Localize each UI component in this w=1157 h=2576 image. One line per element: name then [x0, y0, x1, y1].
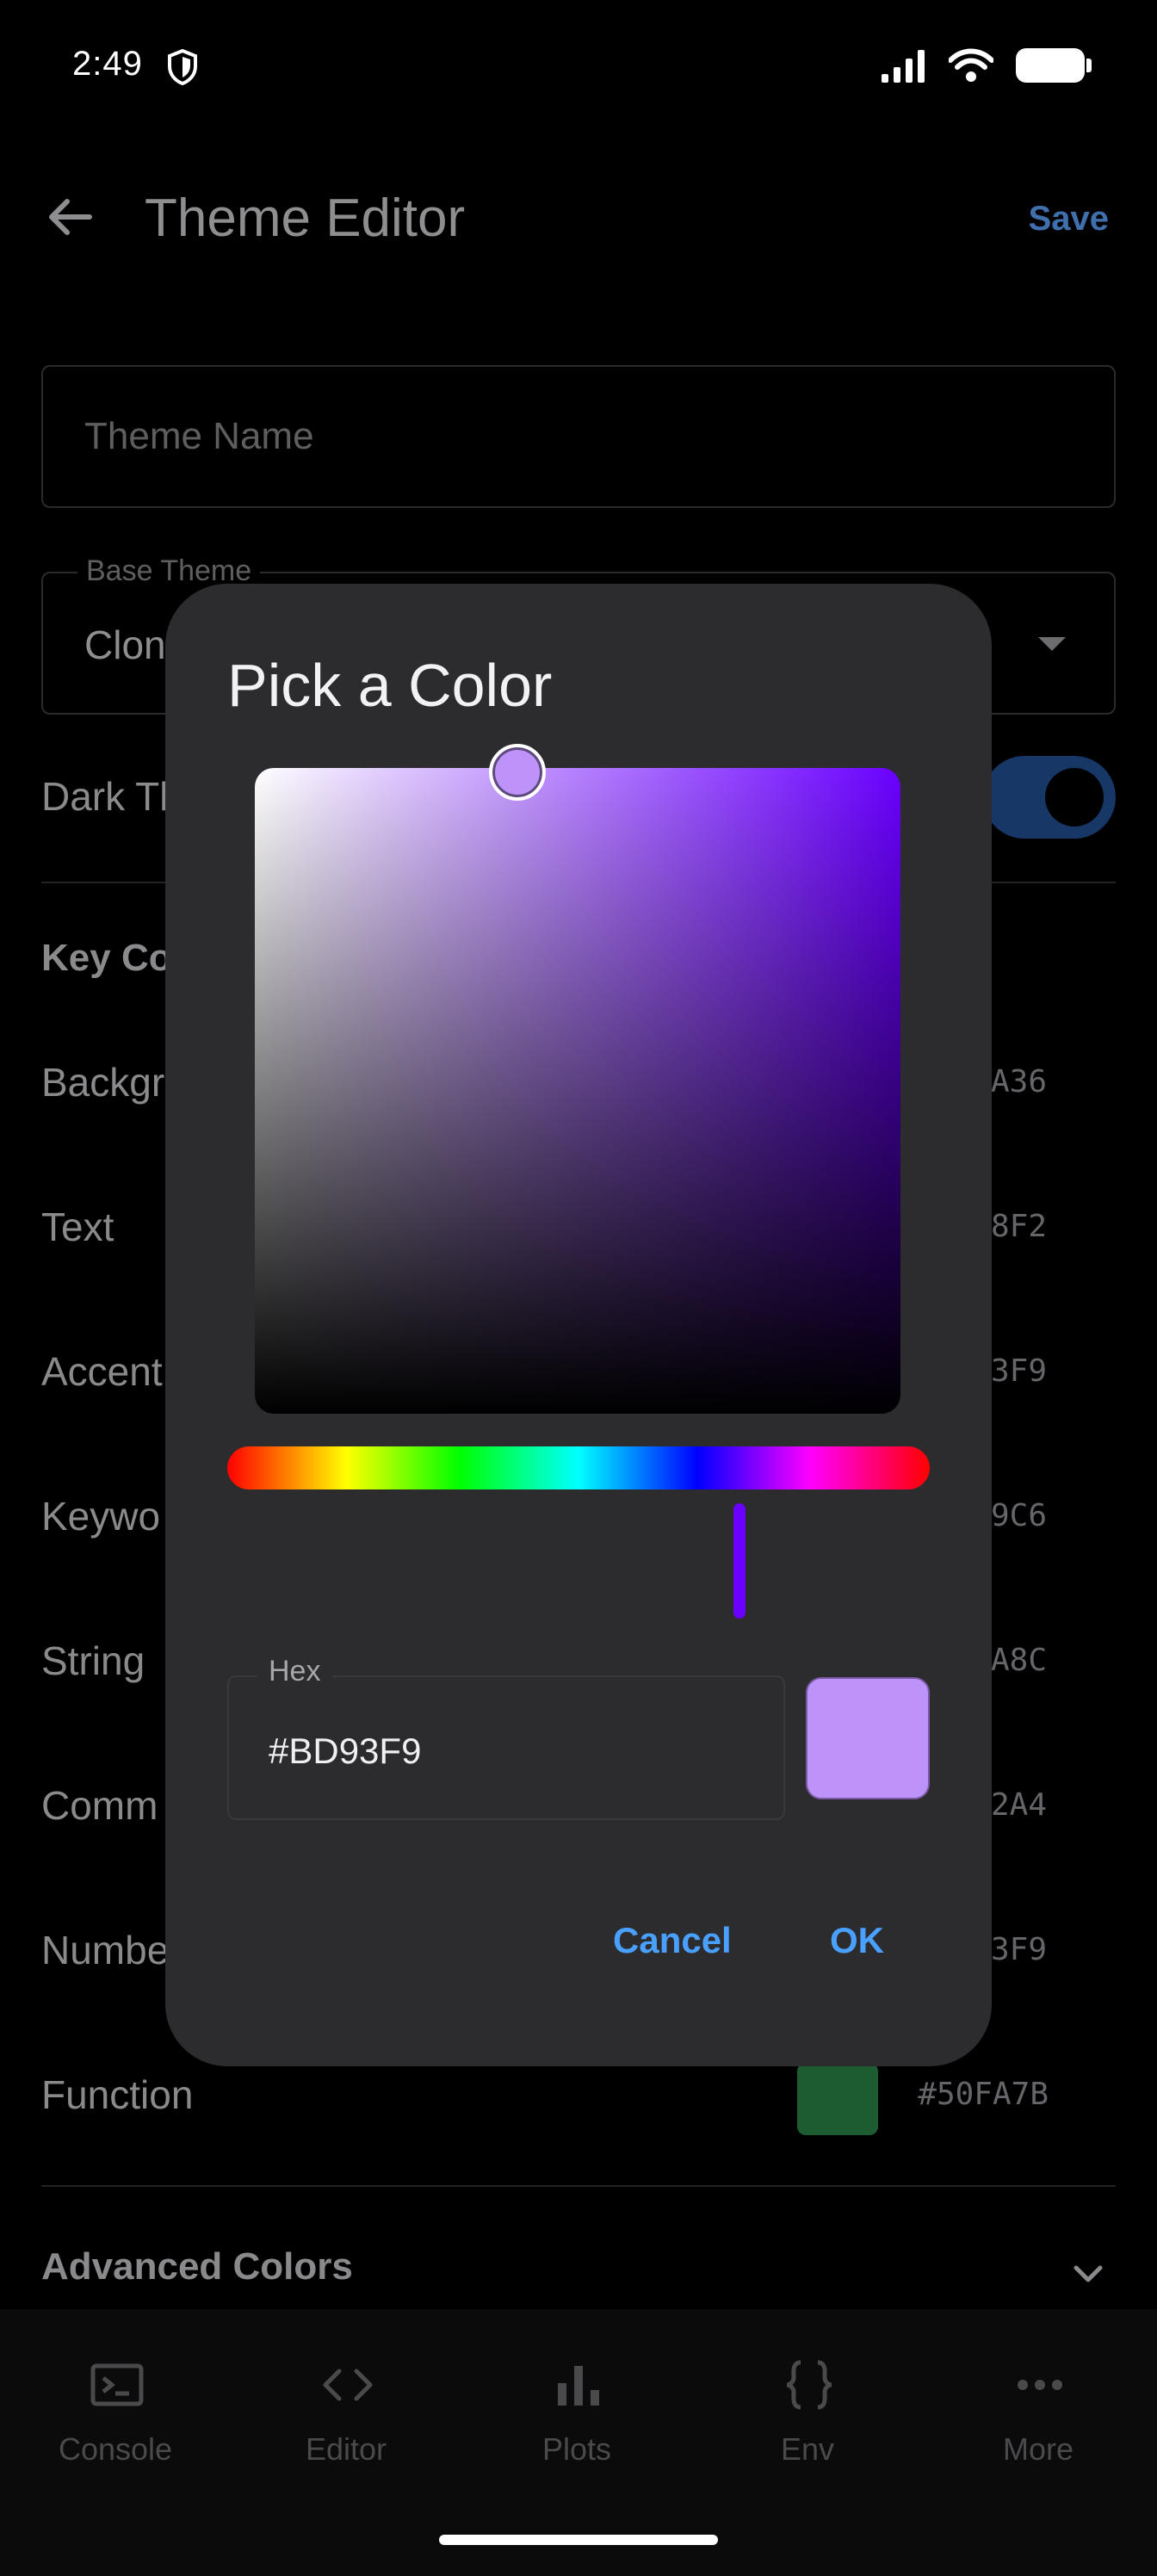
- saturation-value-handle[interactable]: [489, 744, 546, 801]
- color-picker-dialog: Pick a Color Hex Cancel OK: [165, 584, 992, 2066]
- color-preview-swatch: [806, 1677, 930, 1799]
- dialog-title: Pick a Color: [227, 652, 553, 719]
- cancel-button[interactable]: Cancel: [613, 1920, 732, 1961]
- hue-slider-thumb[interactable]: [733, 1503, 746, 1619]
- screen: 2:49 Theme Editor Save Theme Name Base T…: [0, 0, 1157, 2576]
- hue-slider[interactable]: [227, 1446, 930, 1489]
- saturation-value-panel[interactable]: [255, 768, 900, 1414]
- hex-input-field[interactable]: Hex: [227, 1655, 785, 1820]
- hex-label: Hex: [257, 1655, 333, 1688]
- ok-button[interactable]: OK: [830, 1920, 884, 1961]
- hex-input[interactable]: [269, 1725, 751, 1777]
